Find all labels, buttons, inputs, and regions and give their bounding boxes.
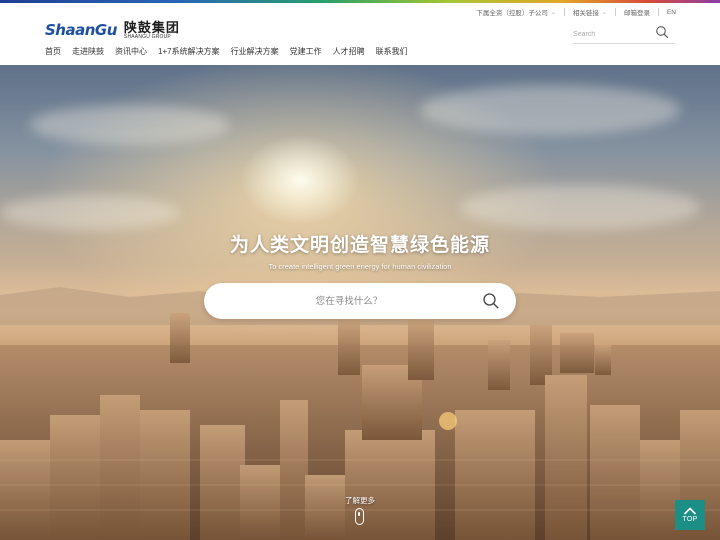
top-links: 下属全资（控股）子公司 ⌄ 相关链接 ⌄ 邮箱登录 EN xyxy=(476,7,676,17)
header-search xyxy=(573,25,675,44)
back-to-top-label: TOP xyxy=(682,516,698,523)
main-nav: 首页 走进陕鼓 资讯中心 1+7系统解决方案 行业解决方案 党建工作 人才招聘 … xyxy=(45,46,419,57)
nav-item-careers[interactable]: 人才招聘 xyxy=(333,46,365,57)
nav-item-system-solutions[interactable]: 1+7系统解决方案 xyxy=(158,46,220,57)
divider xyxy=(614,8,616,16)
site-header: ShaanGu 陕鼓集团 SHAANGU GROUP 下属全资（控股）子公司 ⌄… xyxy=(0,3,720,65)
nav-item-about[interactable]: 走进陕鼓 xyxy=(72,46,104,57)
logo-en-text: ShaanGu xyxy=(45,21,117,39)
top-link-related[interactable]: 相关链接 ⌄ xyxy=(573,7,607,18)
chevron-down-icon: ⌄ xyxy=(601,9,607,16)
back-to-top-button[interactable]: TOP xyxy=(675,500,705,530)
divider xyxy=(563,8,565,16)
divider xyxy=(657,8,659,16)
nav-item-home[interactable]: 首页 xyxy=(45,46,61,57)
nav-item-contact[interactable]: 联系我们 xyxy=(376,46,408,57)
nav-item-industry-solutions[interactable]: 行业解决方案 xyxy=(231,46,279,57)
scroll-mouse-icon[interactable] xyxy=(355,508,364,525)
logo-sub-text: SHAANGU GROUP xyxy=(123,33,171,40)
top-link-mail-login[interactable]: 邮箱登录 xyxy=(624,7,650,17)
hero-search-input[interactable] xyxy=(224,293,474,309)
hero-subtitle: To create intelligent green energy for h… xyxy=(268,262,452,271)
chevron-down-icon: ⌄ xyxy=(550,9,556,16)
hero-title: 为人类文明创造智慧绿色能源 xyxy=(229,235,490,256)
hero-search-box xyxy=(204,283,516,319)
search-input[interactable] xyxy=(573,27,653,41)
chevron-up-icon xyxy=(683,507,697,515)
hero-banner: 为人类文明创造智慧绿色能源 To create intelligent gree… xyxy=(0,65,720,540)
top-link-english[interactable]: EN xyxy=(667,9,676,16)
logo[interactable]: ShaanGu 陕鼓集团 SHAANGU GROUP xyxy=(45,19,180,41)
learn-more-link[interactable]: 了解更多 xyxy=(330,495,390,506)
nav-item-party-building[interactable]: 党建工作 xyxy=(290,46,322,57)
logo-cn-text: 陕鼓集团 xyxy=(123,19,180,35)
search-icon[interactable] xyxy=(482,292,500,310)
nav-item-news[interactable]: 资讯中心 xyxy=(115,46,147,57)
top-link-subsidiaries[interactable]: 下属全资（控股）子公司 ⌄ xyxy=(476,7,556,18)
search-icon[interactable] xyxy=(655,25,669,39)
